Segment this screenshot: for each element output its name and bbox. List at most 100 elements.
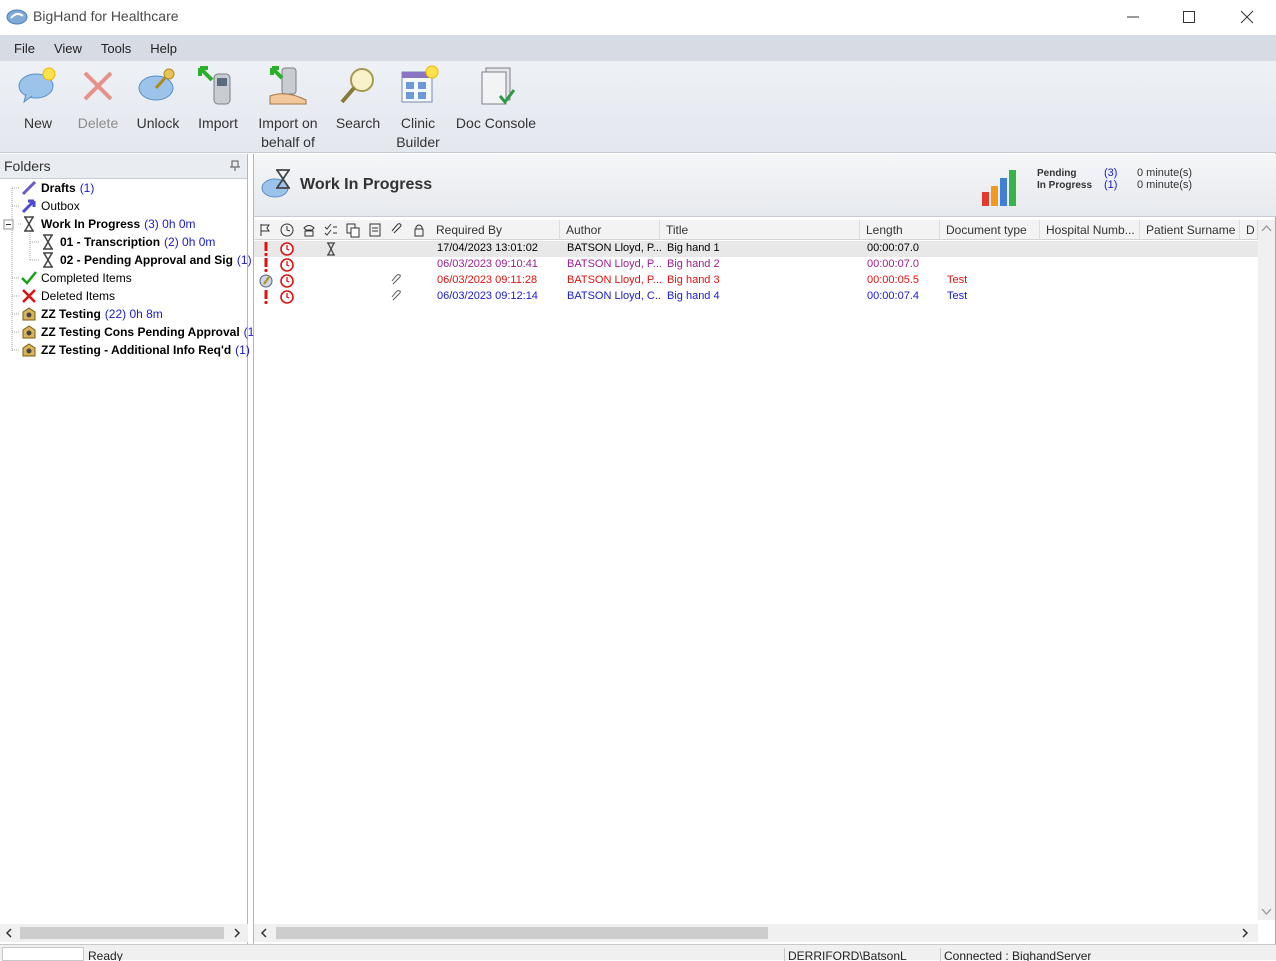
overdue-clock-icon [280, 290, 294, 304]
phone-column-icon[interactable] [301, 222, 317, 238]
bighand-logo-icon [6, 9, 28, 25]
author-cell: BATSON Lloyd, P... [567, 274, 661, 286]
folder-count: (22) 0h 8m [104, 307, 163, 321]
list-horizontal-scrollbar[interactable] [254, 924, 1258, 942]
clinic-builder-icon [401, 65, 439, 103]
document-column-icon[interactable] [367, 222, 383, 238]
table-row[interactable]: 17/04/2023 13:01:02 BATSON Lloyd, P... B… [254, 241, 1258, 257]
copy-column-icon[interactable] [345, 222, 361, 238]
folder-transcription[interactable]: 01 - Transcription (2) 0h 0m [40, 233, 215, 251]
folder-label: Drafts [41, 181, 76, 195]
column-d[interactable]: D [1240, 220, 1258, 240]
scroll-left-icon[interactable] [4, 928, 14, 938]
scroll-down-icon[interactable] [1261, 906, 1272, 916]
unlock-button[interactable]: Unlock [136, 64, 180, 133]
column-patient-surname[interactable]: Patient Surname [1140, 220, 1240, 240]
table-row[interactable]: 06/03/2023 09:12:14 BATSON Lloyd, C... B… [254, 289, 1258, 305]
scrollbar-thumb[interactable] [276, 927, 768, 939]
lock-column-icon[interactable] [411, 222, 427, 238]
author-cell: BATSON Lloyd, P... [567, 258, 661, 270]
app-window: BigHand for Healthcare File View Tools H… [0, 0, 1276, 961]
clock-column-icon[interactable] [279, 222, 295, 238]
priority-exclamation-icon [264, 242, 268, 257]
deleted-x-icon [22, 289, 36, 303]
table-row[interactable]: 06/03/2023 09:11:28 BATSON Lloyd, P... B… [254, 273, 1258, 289]
attachment-column-icon[interactable] [389, 222, 405, 238]
doc-console-button[interactable]: Doc Console [454, 64, 538, 133]
folder-label: 01 - Transcription [60, 235, 161, 249]
scroll-right-icon[interactable] [232, 928, 242, 938]
folder-tree: Drafts (1) Outbox Work In Progress (3) 0… [0, 179, 266, 357]
column-title[interactable]: Title [660, 220, 860, 240]
menu-file[interactable]: File [4, 41, 44, 56]
scrollbar-thumb[interactable] [20, 927, 224, 939]
status-connection: Connected : BighandServer [940, 948, 1091, 961]
folder-completed-items[interactable]: Completed Items [21, 269, 132, 287]
table-row[interactable]: 06/03/2023 09:10:41 BATSON Lloyd, P... B… [254, 257, 1258, 273]
hourglass-icon [43, 234, 53, 250]
folder-label: ZZ Testing - Additional Info Req'd [41, 343, 232, 357]
scroll-left-icon[interactable] [259, 928, 269, 938]
minimize-button[interactable] [1104, 0, 1162, 33]
column-author[interactable]: Author [560, 220, 660, 240]
minimize-icon [1127, 16, 1139, 17]
folder-zz-testing[interactable]: ZZ Testing (22) 0h 8m [21, 305, 163, 323]
pin-icon[interactable] [229, 160, 241, 172]
close-button[interactable] [1218, 0, 1276, 33]
folder-zz-testing-cons[interactable]: ZZ Testing Cons Pending Approval (1) ( [21, 323, 266, 341]
clinic-builder-button[interactable]: Clinic Builder [394, 64, 442, 152]
maximize-button[interactable] [1160, 0, 1218, 33]
length-cell: 00:00:07.4 [867, 290, 919, 302]
import-label: Import [198, 115, 238, 131]
priority-exclamation-icon [264, 290, 268, 305]
folder-count: (3) 0h 0m [144, 217, 196, 231]
search-button[interactable]: Search [334, 64, 382, 133]
import-button[interactable]: Import [196, 64, 240, 133]
folder-deleted-items[interactable]: Deleted Items [21, 287, 115, 305]
import-device-icon [198, 66, 231, 105]
grid-header: Required By Author Title Length Document… [254, 220, 1258, 240]
import-behalf-icon [269, 66, 307, 105]
folders-horizontal-scrollbar[interactable] [0, 924, 248, 942]
folder-outbox[interactable]: Outbox [21, 197, 80, 215]
checklist-column-icon[interactable] [323, 222, 339, 238]
list-vertical-scrollbar[interactable] [1258, 220, 1275, 920]
close-icon [1240, 10, 1254, 23]
column-length[interactable]: Length [860, 220, 940, 240]
hourglass-icon [24, 216, 34, 232]
folder-work-in-progress[interactable]: Work In Progress (3) 0h 0m [21, 215, 196, 233]
column-required-by[interactable]: Required By [430, 220, 560, 240]
search-icon [340, 68, 374, 104]
clinic-label-line2: Builder [396, 134, 440, 150]
folder-drafts[interactable]: Drafts (1) [21, 179, 94, 197]
flag-column-icon[interactable] [257, 222, 273, 238]
hourglass-icon [43, 252, 53, 268]
title-cell: Big hand 4 [667, 290, 720, 302]
folder-zz-testing-additional[interactable]: ZZ Testing - Additional Info Req'd (1) 0 [21, 341, 260, 359]
column-hospital-number[interactable]: Hospital Numb... [1040, 220, 1140, 240]
delete-button[interactable]: Delete [76, 64, 120, 133]
length-cell: 00:00:07.0 [867, 258, 919, 270]
work-in-progress-icon [261, 169, 290, 198]
folder-label: 02 - Pending Approval and Sig [60, 253, 233, 267]
new-dictation-icon [18, 67, 56, 104]
author-cell: BATSON Lloyd, P... [567, 242, 661, 254]
menu-tools[interactable]: Tools [91, 41, 140, 56]
folder-pending-approval[interactable]: 02 - Pending Approval and Sig (1) 0 [40, 251, 262, 269]
folder-label: ZZ Testing Cons Pending Approval [41, 325, 240, 339]
scroll-up-icon[interactable] [1261, 224, 1272, 234]
menu-view[interactable]: View [44, 41, 91, 56]
length-cell: 00:00:05.5 [867, 274, 919, 286]
folder-title: Work In Progress [300, 176, 433, 193]
progress-box [2, 947, 84, 961]
import-on-behalf-button[interactable]: Import on behalf of [252, 64, 324, 152]
pencil-icon [21, 180, 37, 196]
menu-help[interactable]: Help [140, 41, 186, 56]
in-progress-count: (1) [1104, 179, 1118, 191]
content-pane: Work In Progress Pending (3) 0 minute(s)… [253, 154, 1276, 944]
scroll-right-icon[interactable] [1240, 928, 1250, 938]
status-bar: Ready DERRIFORD\BatsonL Connected : Bigh… [0, 944, 1276, 961]
checkmark-icon [21, 271, 37, 285]
new-button[interactable]: New [16, 64, 60, 133]
column-document-type[interactable]: Document type [940, 220, 1040, 240]
